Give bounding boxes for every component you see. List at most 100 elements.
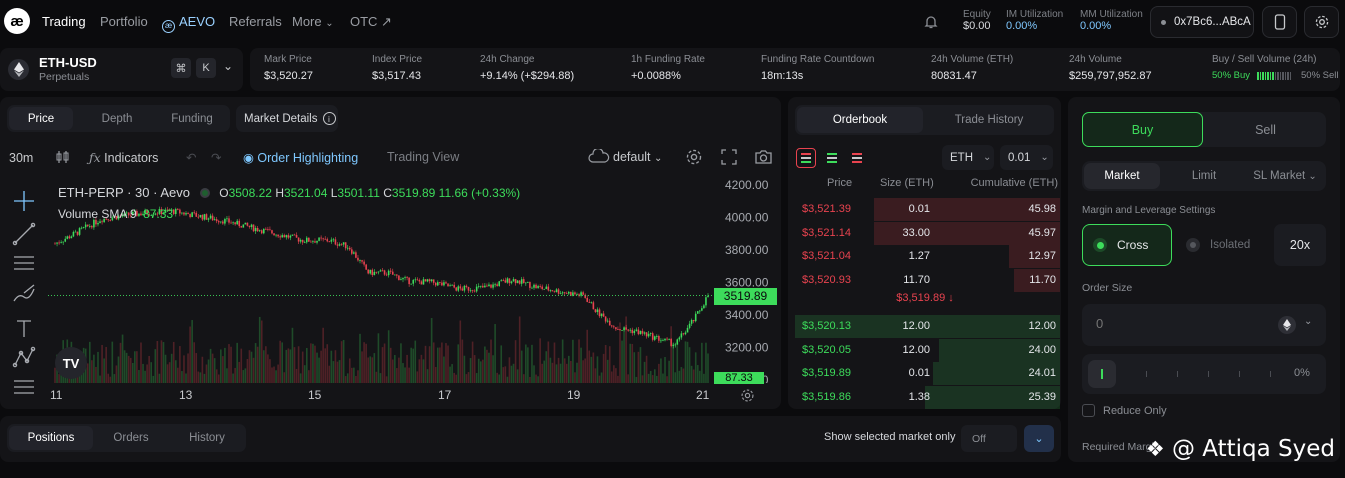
orderbook-price: $3,521.04 — [802, 250, 851, 262]
sell-tab[interactable]: Sell — [1205, 112, 1326, 147]
ask-row[interactable]: $3,521.04 1.27 12.97 — [790, 245, 1060, 268]
aevo-logo[interactable]: æ — [4, 8, 30, 34]
volume-bar — [578, 339, 580, 383]
chart-settings-icon[interactable] — [685, 148, 703, 166]
view-bids-button[interactable] — [822, 148, 842, 168]
slider-handle[interactable] — [1088, 360, 1116, 388]
show-selected-toggle[interactable]: Off — [961, 425, 1017, 452]
order-size-input[interactable] — [1096, 316, 1246, 331]
candle — [549, 290, 552, 292]
volume-bar — [535, 374, 537, 383]
camera-icon[interactable] — [754, 149, 773, 165]
candle — [383, 270, 386, 275]
candle — [58, 242, 60, 244]
volume-bar — [653, 369, 656, 383]
order-highlighting-toggle[interactable]: ◉ Order Highlighting — [243, 150, 358, 165]
chevron-down-icon[interactable]: ⌄ — [1304, 316, 1312, 327]
tradingview-logo[interactable]: TV — [55, 347, 87, 379]
candle — [678, 337, 681, 340]
tab-orders[interactable]: Orders — [95, 426, 167, 450]
nav-aevo[interactable]: æ AEVO — [162, 14, 215, 33]
tick-size-selector[interactable]: 0.01 ⌄ — [1000, 145, 1053, 170]
ask-row[interactable]: $3,521.39 0.01 45.98 — [790, 198, 1060, 221]
nav-trading[interactable]: Trading — [42, 14, 86, 29]
tab-history[interactable]: History — [170, 426, 244, 450]
indicators-button[interactable]: ƒx Indicators — [89, 150, 158, 165]
volume-bar — [134, 351, 136, 383]
candle — [461, 288, 464, 291]
volume-bar — [580, 347, 582, 383]
tab-funding[interactable]: Funding — [157, 107, 227, 130]
nav-referrals[interactable]: Referrals — [229, 14, 282, 29]
bid-row[interactable]: $3,519.86 1.38 25.39 — [790, 385, 1060, 409]
bid-row[interactable]: $3,519.89 0.01 24.01 — [790, 362, 1060, 385]
candle — [596, 309, 599, 313]
candle — [422, 279, 425, 285]
ask-row[interactable]: $3,521.14 33.00 45.97 — [790, 221, 1060, 245]
crosshair-icon[interactable] — [12, 189, 36, 399]
order-size-field[interactable]: ⌄ — [1082, 304, 1326, 346]
orderbook-cum: 24.01 — [1028, 367, 1056, 379]
market-details-button[interactable]: Market Details i — [236, 105, 338, 132]
leverage-button[interactable]: 20x — [1274, 224, 1326, 266]
reduce-only-checkbox[interactable]: Reduce Only — [1082, 404, 1167, 417]
volume-bar — [682, 368, 685, 383]
size-slider[interactable]: 0% — [1082, 354, 1326, 394]
candle — [686, 327, 689, 333]
nav-more[interactable]: More ⌄ — [292, 14, 334, 29]
tab-positions[interactable]: Positions — [9, 426, 93, 450]
volume-bar — [406, 354, 408, 383]
bid-row[interactable]: $3,520.05 12.00 24.00 — [790, 338, 1060, 362]
wallet-button[interactable]: 0x7Bc6...ABcA — [1150, 6, 1254, 38]
isolated-margin-button[interactable]: Isolated — [1178, 224, 1268, 266]
volume-bar — [473, 355, 476, 383]
redo-icon[interactable]: ↷ — [211, 150, 221, 165]
cross-margin-button[interactable]: Cross — [1082, 224, 1172, 266]
layout-selector[interactable]: default ⌄ — [613, 150, 662, 164]
bid-row[interactable]: $3,520.13 12.00 12.00 — [790, 315, 1060, 338]
buy-sell-segment — [1284, 72, 1286, 80]
cloud-icon[interactable] — [588, 149, 610, 164]
view-asks-button[interactable] — [847, 148, 867, 168]
order-type-sl-market[interactable]: SL Market ⌄ — [1246, 163, 1324, 189]
volume-bar — [502, 367, 505, 383]
order-type-market[interactable]: Market — [1084, 163, 1160, 189]
market-selector[interactable]: ETH-USD Perpetuals ⌘ K ⌄ — [0, 48, 243, 91]
undo-icon[interactable]: ↶ — [186, 150, 196, 165]
volume-bar — [598, 375, 601, 383]
orderbook-size: 0.01 — [908, 203, 930, 215]
tab-depth[interactable]: Depth — [82, 107, 152, 130]
volume-bar — [93, 354, 95, 383]
orderbook-size: 0.01 — [908, 367, 930, 379]
candle — [645, 332, 648, 337]
trading-view-toggle[interactable]: Trading View — [387, 150, 459, 164]
orderbook-cum: 12.00 — [1028, 320, 1056, 332]
function-icon: ƒx — [89, 150, 101, 165]
nav-otc[interactable]: OTC ↗ — [350, 14, 392, 30]
nav-portfolio[interactable]: Portfolio — [100, 14, 148, 29]
volume-bar — [651, 375, 654, 383]
fullscreen-icon[interactable] — [721, 149, 737, 165]
candles-icon[interactable] — [55, 149, 71, 165]
axis-settings-icon[interactable] — [740, 388, 755, 403]
bell-icon[interactable] — [923, 14, 939, 30]
tab-orderbook[interactable]: Orderbook — [797, 107, 923, 133]
candle — [332, 239, 335, 241]
tab-trade-history[interactable]: Trade History — [926, 107, 1052, 133]
orderbook-cum: 45.97 — [1028, 226, 1056, 239]
view-both-button[interactable] — [796, 148, 816, 168]
asset-selector[interactable]: ETH ⌄ — [942, 145, 994, 170]
volume-bar — [606, 359, 609, 383]
ask-row[interactable]: $3,520.93 11.70 11.70 — [790, 268, 1060, 292]
settings-button[interactable] — [1304, 6, 1339, 38]
candle — [570, 291, 572, 296]
candle — [625, 327, 627, 330]
volume-bar — [381, 347, 384, 383]
collapse-button[interactable]: ⌄ — [1024, 425, 1054, 452]
tab-price[interactable]: Price — [9, 107, 73, 130]
buy-tab[interactable]: Buy — [1082, 112, 1203, 147]
interval-selector[interactable]: 30m — [9, 151, 33, 165]
candle — [502, 280, 505, 282]
order-type-limit[interactable]: Limit — [1166, 163, 1242, 189]
mobile-button[interactable] — [1262, 6, 1297, 38]
